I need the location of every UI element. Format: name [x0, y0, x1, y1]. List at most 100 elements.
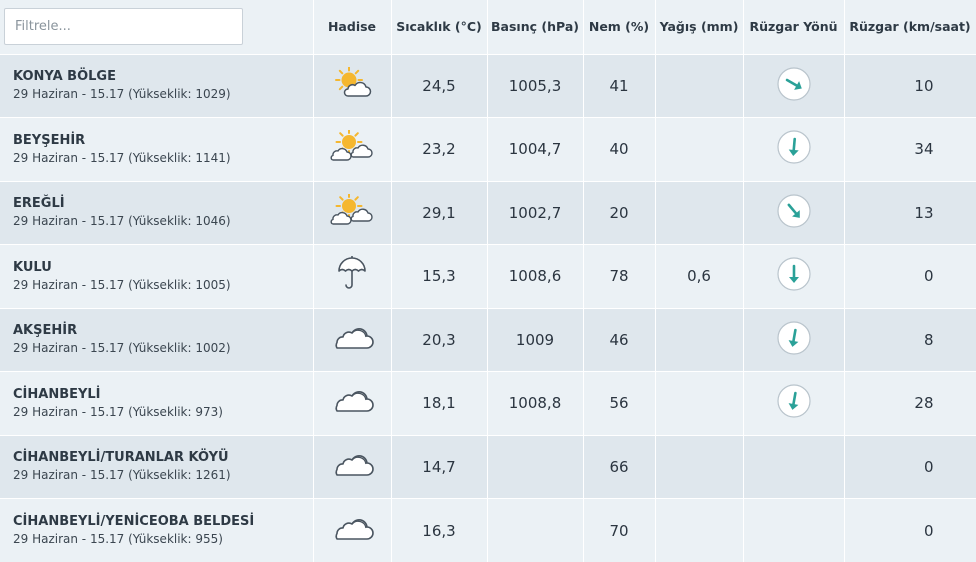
- header-humidity[interactable]: Nem (%): [583, 0, 655, 54]
- header-hadise[interactable]: Hadise: [313, 0, 391, 54]
- humidity-value: 66: [583, 435, 655, 499]
- filter-header: [0, 0, 313, 54]
- station-name: KONYA BÖLGE: [13, 68, 313, 86]
- table-row[interactable]: BEYŞEHİR 29 Haziran - 15.17 (Yükseklik: …: [0, 118, 976, 182]
- wind-direction-arrow-icon: [776, 129, 812, 169]
- pressure-value: 1004,7: [487, 118, 583, 182]
- station-info: 29 Haziran - 15.17 (Yükseklik: 1005): [13, 277, 313, 294]
- rain-value: [655, 372, 743, 436]
- rain-value: 0,6: [655, 245, 743, 309]
- humidity-value: 20: [583, 181, 655, 245]
- station-info: 29 Haziran - 15.17 (Yükseklik: 955): [13, 531, 313, 548]
- sun-with-two-clouds-icon: [329, 194, 375, 232]
- weather-cell: [313, 54, 391, 118]
- wind-speed-value: 0: [844, 245, 976, 309]
- pressure-value: 1002,7: [487, 181, 583, 245]
- table-row[interactable]: EREĞLİ 29 Haziran - 15.17 (Yükseklik: 10…: [0, 181, 976, 245]
- temp-value: 23,2: [391, 118, 487, 182]
- station-name: CİHANBEYLİ/TURANLAR KÖYÜ: [13, 449, 313, 467]
- wind-speed-value: 28: [844, 372, 976, 436]
- station-cell: CİHANBEYLİ/YENİCEOBA BELDESİ 29 Haziran …: [0, 499, 313, 562]
- weather-cell: [313, 372, 391, 436]
- rain-value: [655, 308, 743, 372]
- station-cell: BEYŞEHİR 29 Haziran - 15.17 (Yükseklik: …: [0, 118, 313, 182]
- header-wind-dir[interactable]: Rüzgar Yönü: [743, 0, 844, 54]
- wind-dir-cell: [743, 54, 844, 118]
- wind-speed-value: 8: [844, 308, 976, 372]
- station-name: CİHANBEYLİ/YENİCEOBA BELDESİ: [13, 513, 313, 531]
- station-info: 29 Haziran - 15.17 (Yükseklik: 1141): [13, 150, 313, 167]
- sun-behind-cloud-icon: [330, 67, 374, 105]
- rain-value: [655, 181, 743, 245]
- wind-dir-cell: [743, 372, 844, 436]
- station-cell: KONYA BÖLGE 29 Haziran - 15.17 (Yüksekli…: [0, 54, 313, 118]
- temp-value: 14,7: [391, 435, 487, 499]
- rain-value: [655, 118, 743, 182]
- humidity-value: 41: [583, 54, 655, 118]
- pressure-value: 1005,3: [487, 54, 583, 118]
- station-info: 29 Haziran - 15.17 (Yükseklik: 1046): [13, 213, 313, 230]
- wind-dir-cell: [743, 245, 844, 309]
- weather-cell: [313, 308, 391, 372]
- station-name: BEYŞEHİR: [13, 132, 313, 150]
- umbrella-icon: [337, 255, 367, 297]
- wind-dir-cell: [743, 118, 844, 182]
- table-row[interactable]: AKŞEHİR 29 Haziran - 15.17 (Yükseklik: 1…: [0, 308, 976, 372]
- station-cell: AKŞEHİR 29 Haziran - 15.17 (Yükseklik: 1…: [0, 308, 313, 372]
- filter-input[interactable]: [4, 8, 243, 45]
- wind-dir-cell: [743, 308, 844, 372]
- humidity-value: 70: [583, 499, 655, 562]
- station-info: 29 Haziran - 15.17 (Yükseklik: 1002): [13, 340, 313, 357]
- weather-table: Hadise Sıcaklık (°C) Basınç (hPa) Nem (%…: [0, 0, 976, 562]
- wind-dir-cell: [743, 181, 844, 245]
- temp-value: 18,1: [391, 372, 487, 436]
- pressure-value: 1008,6: [487, 245, 583, 309]
- station-cell: CİHANBEYLİ/TURANLAR KÖYÜ 29 Haziran - 15…: [0, 435, 313, 499]
- table-row[interactable]: CİHANBEYLİ/TURANLAR KÖYÜ 29 Haziran - 15…: [0, 435, 976, 499]
- station-info: 29 Haziran - 15.17 (Yükseklik: 1261): [13, 467, 313, 484]
- station-cell: KULU 29 Haziran - 15.17 (Yükseklik: 1005…: [0, 245, 313, 309]
- table-row[interactable]: KONYA BÖLGE 29 Haziran - 15.17 (Yüksekli…: [0, 54, 976, 118]
- wind-dir-cell: [743, 499, 844, 562]
- wind-dir-cell: [743, 435, 844, 499]
- wind-speed-value: 0: [844, 435, 976, 499]
- table-header-row: Hadise Sıcaklık (°C) Basınç (hPa) Nem (%…: [0, 0, 976, 54]
- station-name: AKŞEHİR: [13, 322, 313, 340]
- weather-cell: [313, 499, 391, 562]
- temp-value: 15,3: [391, 245, 487, 309]
- wind-direction-arrow-icon: [776, 320, 812, 360]
- pressure-value: 1009: [487, 308, 583, 372]
- header-temp[interactable]: Sıcaklık (°C): [391, 0, 487, 54]
- station-cell: CİHANBEYLİ 29 Haziran - 15.17 (Yükseklik…: [0, 372, 313, 436]
- wind-speed-value: 34: [844, 118, 976, 182]
- temp-value: 16,3: [391, 499, 487, 562]
- station-info: 29 Haziran - 15.17 (Yükseklik: 1029): [13, 86, 313, 103]
- weather-cell: [313, 245, 391, 309]
- cloud-icon: [328, 323, 376, 357]
- rain-value: [655, 499, 743, 562]
- header-pressure[interactable]: Basınç (hPa): [487, 0, 583, 54]
- weather-cell: [313, 181, 391, 245]
- pressure-value: [487, 435, 583, 499]
- header-rain[interactable]: Yağış (mm): [655, 0, 743, 54]
- temp-value: 29,1: [391, 181, 487, 245]
- header-wind-speed[interactable]: Rüzgar (km/saat): [844, 0, 976, 54]
- humidity-value: 46: [583, 308, 655, 372]
- station-cell: EREĞLİ 29 Haziran - 15.17 (Yükseklik: 10…: [0, 181, 313, 245]
- rain-value: [655, 54, 743, 118]
- humidity-value: 40: [583, 118, 655, 182]
- station-name: KULU: [13, 259, 313, 277]
- table-row[interactable]: CİHANBEYLİ/YENİCEOBA BELDESİ 29 Haziran …: [0, 499, 976, 562]
- table-row[interactable]: KULU 29 Haziran - 15.17 (Yükseklik: 1005…: [0, 245, 976, 309]
- station-name: CİHANBEYLİ: [13, 386, 313, 404]
- wind-speed-value: 13: [844, 181, 976, 245]
- rain-value: [655, 435, 743, 499]
- temp-value: 24,5: [391, 54, 487, 118]
- table-row[interactable]: CİHANBEYLİ 29 Haziran - 15.17 (Yükseklik…: [0, 372, 976, 436]
- wind-direction-arrow-icon: [776, 193, 812, 233]
- wind-direction-arrow-icon: [776, 256, 812, 296]
- station-info: 29 Haziran - 15.17 (Yükseklik: 973): [13, 404, 313, 421]
- pressure-value: 1008,8: [487, 372, 583, 436]
- wind-speed-value: 10: [844, 54, 976, 118]
- station-name: EREĞLİ: [13, 195, 313, 213]
